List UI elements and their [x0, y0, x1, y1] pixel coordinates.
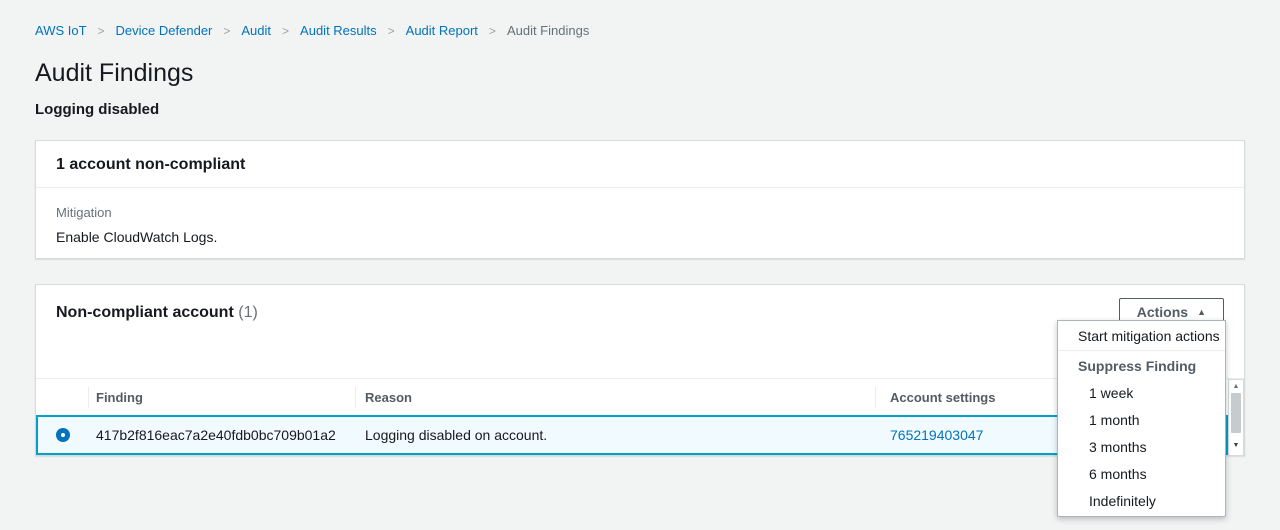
table-vertical-scrollbar[interactable]: ▲ ▼ [1228, 379, 1244, 456]
table-row-count: (1) [238, 304, 258, 321]
mitigation-label: Mitigation [56, 205, 1224, 221]
row-radio-selected[interactable] [56, 428, 70, 442]
page-title: Audit Findings [35, 58, 1245, 88]
column-header-reason: Reason [355, 379, 875, 415]
menu-item-3-months[interactable]: 3 months [1058, 433, 1225, 460]
summary-card-header: 1 account non-compliant [36, 141, 1244, 188]
breadcrumb-device-defender[interactable]: Device Defender [116, 23, 213, 38]
menu-item-1-week[interactable]: 1 week [1058, 379, 1225, 406]
audit-findings-page: AWS IoT > Device Defender > Audit > Audi… [0, 0, 1280, 530]
scroll-up-icon[interactable]: ▲ [1229, 383, 1243, 390]
table-row[interactable]: 417b2f816eac7a2e40fdb0bc709b01a2 Logging… [36, 415, 1228, 455]
table-card-title: Non-compliant account (1) [56, 304, 258, 322]
mitigation-value: Enable CloudWatch Logs. [56, 228, 1224, 246]
menu-item-1-month[interactable]: 1 month [1058, 406, 1225, 433]
summary-card-body: Mitigation Enable CloudWatch Logs. [36, 188, 1244, 258]
breadcrumb-audit-report[interactable]: Audit Report [406, 23, 478, 38]
breadcrumb-separator-icon: > [489, 24, 496, 38]
compliance-summary-card: 1 account non-compliant Mitigation Enabl… [35, 140, 1245, 259]
menu-divider [1058, 350, 1225, 351]
menu-item-start-mitigation-actions[interactable]: Start mitigation actions [1058, 322, 1225, 349]
breadcrumb-separator-icon: > [223, 24, 230, 38]
account-settings-link[interactable]: 765219403047 [890, 427, 983, 443]
breadcrumb: AWS IoT > Device Defender > Audit > Audi… [35, 0, 1245, 38]
finding-id-cell: 417b2f816eac7a2e40fdb0bc709b01a2 [88, 427, 355, 443]
scroll-down-icon[interactable]: ▼ [1229, 442, 1243, 449]
breadcrumb-separator-icon: > [282, 24, 289, 38]
actions-button-label: Actions [1137, 304, 1188, 320]
selection-column-header [36, 379, 88, 415]
caret-up-icon: ▲ [1197, 308, 1206, 317]
reason-cell: Logging disabled on account. [355, 427, 875, 443]
breadcrumb-separator-icon: > [98, 24, 105, 38]
row-radio-cell [38, 428, 88, 442]
menu-item-6-months[interactable]: 6 months [1058, 460, 1225, 487]
table-title-text: Non-compliant account [56, 304, 234, 321]
actions-dropdown-menu: Start mitigation actions Suppress Findin… [1057, 320, 1226, 517]
breadcrumb-current-page: Audit Findings [507, 23, 589, 38]
breadcrumb-separator-icon: > [388, 24, 395, 38]
breadcrumb-aws-iot[interactable]: AWS IoT [35, 23, 87, 38]
breadcrumb-audit[interactable]: Audit [241, 23, 271, 38]
breadcrumb-audit-results[interactable]: Audit Results [300, 23, 377, 38]
scrollbar-thumb[interactable] [1231, 393, 1241, 433]
column-header-finding: Finding [88, 379, 355, 415]
menu-item-indefinitely[interactable]: Indefinitely [1058, 487, 1225, 514]
menu-group-suppress-finding[interactable]: Suppress Finding [1058, 352, 1225, 379]
check-name-subtitle: Logging disabled [35, 101, 1245, 118]
